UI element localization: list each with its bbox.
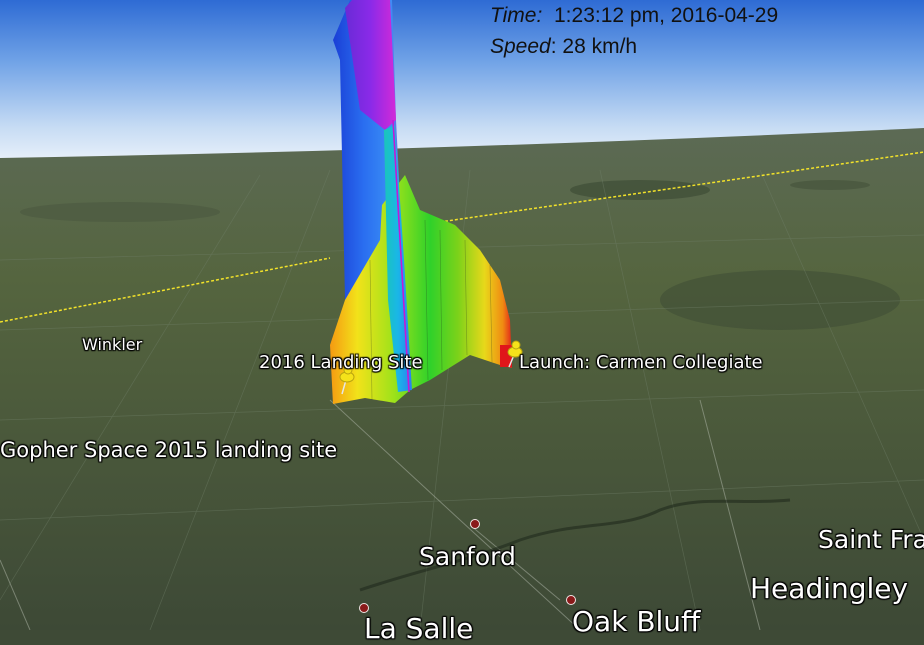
speed-readout: Speed: 28 km/h bbox=[490, 31, 778, 62]
place-label-headingley[interactable]: Headingley bbox=[750, 572, 908, 605]
terrain-patch bbox=[660, 270, 900, 330]
terrain-patch bbox=[20, 202, 220, 222]
terrain-patch bbox=[790, 180, 870, 190]
terrain-patch bbox=[570, 180, 710, 200]
town-dot-icon[interactable] bbox=[470, 519, 480, 529]
map-view[interactable] bbox=[0, 0, 924, 630]
place-label-la-salle[interactable]: La Salle bbox=[364, 612, 473, 645]
time-readout: Time: 1:23:12 pm, 2016-04-29 bbox=[490, 0, 778, 31]
place-label-landing-2016[interactable]: 2016 Landing Site bbox=[259, 352, 423, 373]
speed-label: Speed bbox=[490, 35, 551, 58]
place-label-oak-bluff[interactable]: Oak Bluff bbox=[572, 605, 700, 638]
telemetry-overlay: Time: 1:23:12 pm, 2016-04-29 Speed: 28 k… bbox=[490, 0, 778, 62]
town-dot-icon[interactable] bbox=[566, 595, 576, 605]
place-label-winkler[interactable]: Winkler bbox=[82, 335, 142, 354]
time-label: Time: bbox=[490, 4, 543, 27]
place-label-gopher[interactable]: Gopher Space 2015 landing site bbox=[0, 438, 337, 462]
place-label-saint-francois[interactable]: Saint Fra bbox=[818, 525, 924, 554]
place-label-launch[interactable]: Launch: Carmen Collegiate bbox=[519, 352, 763, 373]
speed-value: : 28 km/h bbox=[550, 35, 638, 58]
time-value: 1:23:12 pm, 2016-04-29 bbox=[554, 4, 779, 27]
place-label-sanford[interactable]: Sanford bbox=[419, 542, 516, 571]
